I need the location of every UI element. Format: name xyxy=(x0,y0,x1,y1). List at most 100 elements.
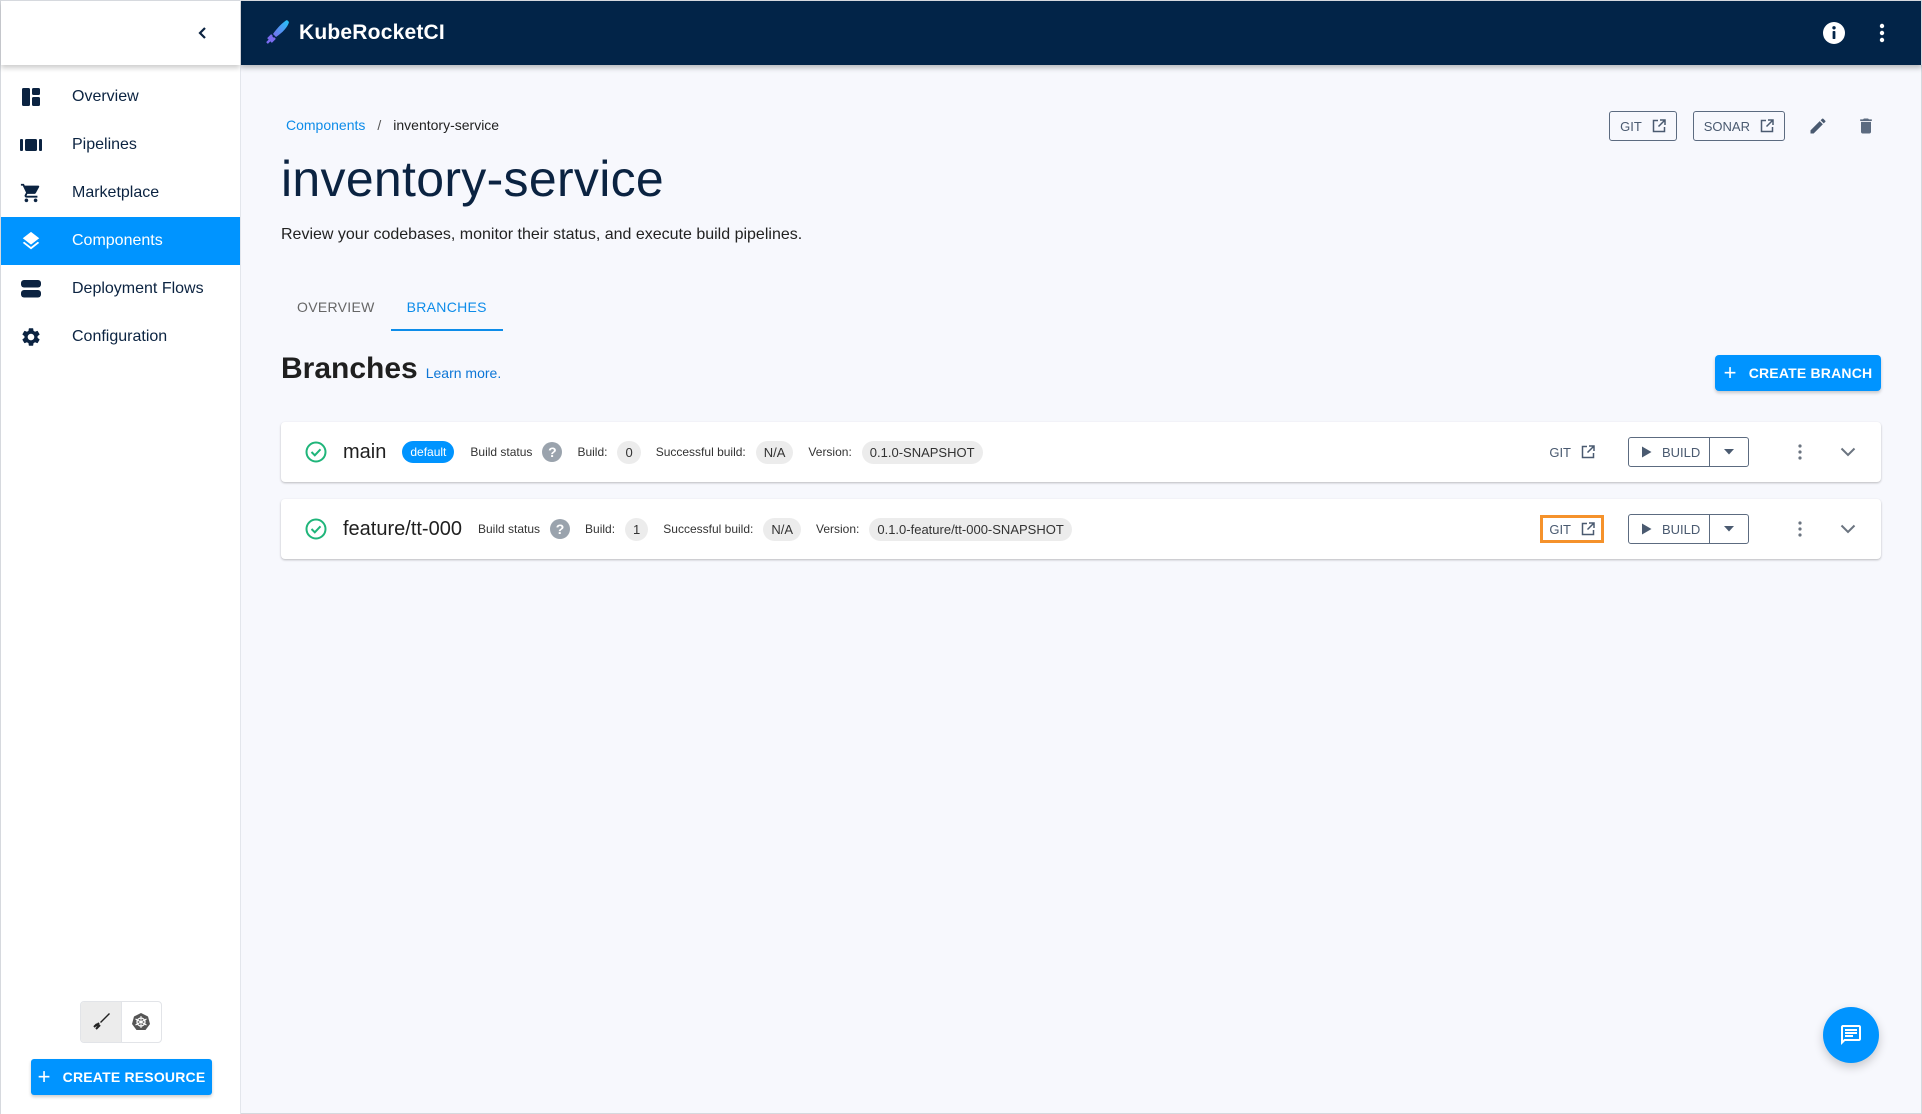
successful-build-label: Successful build: xyxy=(663,522,754,536)
info-button[interactable] xyxy=(1821,20,1847,46)
collapse-sidebar-button[interactable] xyxy=(191,21,215,45)
chevron-down-icon xyxy=(1840,524,1856,534)
kuberocketci-logo-icon xyxy=(266,20,289,44)
info-icon xyxy=(1823,22,1845,44)
build-label: Build: xyxy=(577,445,608,459)
help-icon[interactable]: ? xyxy=(550,519,571,539)
gear-icon xyxy=(20,326,42,348)
create-resource-button[interactable]: + CREATE RESOURCE xyxy=(31,1059,212,1095)
brand[interactable]: KubeRocketCI xyxy=(263,18,445,48)
open-in-new-icon xyxy=(1581,445,1595,459)
sidebar-footer: + CREATE RESOURCE xyxy=(1,984,240,1114)
branch-git-link[interactable]: GIT xyxy=(1540,515,1604,543)
tab-branches[interactable]: BRANCHES xyxy=(390,283,504,331)
sidebar-item-label: Marketplace xyxy=(72,184,160,201)
git-label: GIT xyxy=(1620,118,1642,134)
breadcrumb-current: inventory-service xyxy=(393,117,500,133)
layers-icon xyxy=(20,230,42,252)
help-icon[interactable]: ? xyxy=(542,442,563,462)
version-label: Version: xyxy=(816,522,860,536)
breadcrumb-separator: / xyxy=(377,117,382,133)
branch-row[interactable]: feature/tt-000 Build status ? Build: 1 S… xyxy=(281,499,1881,559)
section-title: Branches xyxy=(281,352,418,385)
git-link-button[interactable]: GIT xyxy=(1609,111,1677,141)
sidebar: Overview Pipelines Marketplace Component… xyxy=(0,0,241,1114)
expand-branch-button[interactable] xyxy=(1833,514,1863,544)
create-branch-label: CREATE BRANCH xyxy=(1748,365,1873,381)
build-label: BUILD xyxy=(1662,521,1701,537)
sonar-label: SONAR xyxy=(1703,118,1750,134)
git-label: GIT xyxy=(1549,521,1571,537)
page-description: Review your codebases, monitor their sta… xyxy=(281,226,803,243)
chevron-left-icon xyxy=(198,27,206,39)
pencil-icon xyxy=(1810,118,1826,134)
successful-build-chip: N/A xyxy=(755,440,794,464)
open-in-new-icon xyxy=(1760,119,1774,133)
check-circle-icon xyxy=(305,441,327,463)
successful-build-chip: N/A xyxy=(763,517,801,541)
chevron-down-icon xyxy=(1840,447,1856,457)
dashboard-icon xyxy=(20,86,42,108)
sidebar-item-label: Configuration xyxy=(72,328,168,345)
build-label: BUILD xyxy=(1662,444,1701,460)
sidebar-item-label: Pipelines xyxy=(72,136,137,153)
build-number-chip: 1 xyxy=(625,517,649,541)
more-vert-icon xyxy=(1798,444,1802,460)
expand-branch-button[interactable] xyxy=(1833,437,1863,467)
open-in-new-icon xyxy=(1652,119,1666,133)
cart-icon xyxy=(20,182,42,204)
more-vert-icon xyxy=(1879,23,1885,43)
git-label: GIT xyxy=(1549,444,1571,460)
build-split-button: BUILD xyxy=(1628,514,1749,544)
build-options-dropdown[interactable] xyxy=(1710,438,1748,466)
branch-name: feature/tt-000 xyxy=(343,517,462,540)
sonar-link-button[interactable]: SONAR xyxy=(1692,111,1785,141)
learn-more-link[interactable]: Learn more. xyxy=(426,365,501,381)
sidebar-item-components[interactable]: Components xyxy=(1,217,240,265)
sidebar-item-configuration[interactable]: Configuration xyxy=(1,313,240,361)
branches-header: Branches Learn more. xyxy=(281,352,501,386)
app-header: KubeRocketCI xyxy=(241,0,1922,65)
mode-toggle-kubernetes[interactable] xyxy=(122,1002,162,1042)
sidebar-item-overview[interactable]: Overview xyxy=(1,73,240,121)
version-chip: 0.1.0-feature/tt-000-SNAPSHOT xyxy=(869,517,1072,541)
sidebar-item-pipelines[interactable]: Pipelines xyxy=(1,121,240,169)
branch-row[interactable]: main default Build status ? Build: 0 Suc… xyxy=(281,422,1881,482)
header-actions xyxy=(1821,20,1895,46)
branch-actions: GIT BUILD xyxy=(1540,499,1881,559)
breadcrumb: Components / inventory-service xyxy=(286,117,499,133)
version-label: Version: xyxy=(808,445,852,459)
mode-toggle-group xyxy=(80,1001,162,1043)
sidebar-nav: Overview Pipelines Marketplace Component… xyxy=(1,73,240,361)
app-title: KubeRocketCI xyxy=(299,21,445,44)
main-content: Components / inventory-service GIT SONAR… xyxy=(241,65,1922,1114)
build-button[interactable]: BUILD xyxy=(1629,515,1710,543)
sidebar-item-label: Deployment Flows xyxy=(72,280,204,297)
create-branch-button[interactable]: + CREATE BRANCH xyxy=(1715,355,1881,391)
flows-icon xyxy=(20,278,42,300)
build-status-label: Build status xyxy=(470,445,533,459)
sidebar-item-label: Components xyxy=(72,232,163,249)
plus-icon: + xyxy=(1723,360,1737,385)
breadcrumb-components-link[interactable]: Components xyxy=(286,117,365,133)
branch-more-button[interactable] xyxy=(1785,514,1815,544)
edit-button[interactable] xyxy=(1803,111,1833,141)
more-options-button[interactable] xyxy=(1869,20,1895,46)
build-split-button: BUILD xyxy=(1628,437,1749,467)
branch-git-link[interactable]: GIT xyxy=(1540,438,1604,466)
trash-icon xyxy=(1860,118,1872,134)
tab-overview[interactable]: OVERVIEW xyxy=(281,283,391,331)
build-options-dropdown[interactable] xyxy=(1710,515,1748,543)
delete-button[interactable] xyxy=(1851,111,1881,141)
rocket-icon xyxy=(93,1013,110,1030)
create-resource-label: CREATE RESOURCE xyxy=(62,1069,206,1085)
chat-fab-button[interactable] xyxy=(1823,1007,1879,1063)
kubernetes-icon xyxy=(132,1013,151,1030)
build-button[interactable]: BUILD xyxy=(1629,438,1710,466)
mode-toggle-krci[interactable] xyxy=(81,1002,122,1042)
tabs: OVERVIEW BRANCHES xyxy=(281,283,504,331)
sidebar-item-deployment-flows[interactable]: Deployment Flows xyxy=(1,265,240,313)
build-status-label: Build status xyxy=(477,522,541,536)
branch-more-button[interactable] xyxy=(1785,437,1815,467)
sidebar-item-marketplace[interactable]: Marketplace xyxy=(1,169,240,217)
